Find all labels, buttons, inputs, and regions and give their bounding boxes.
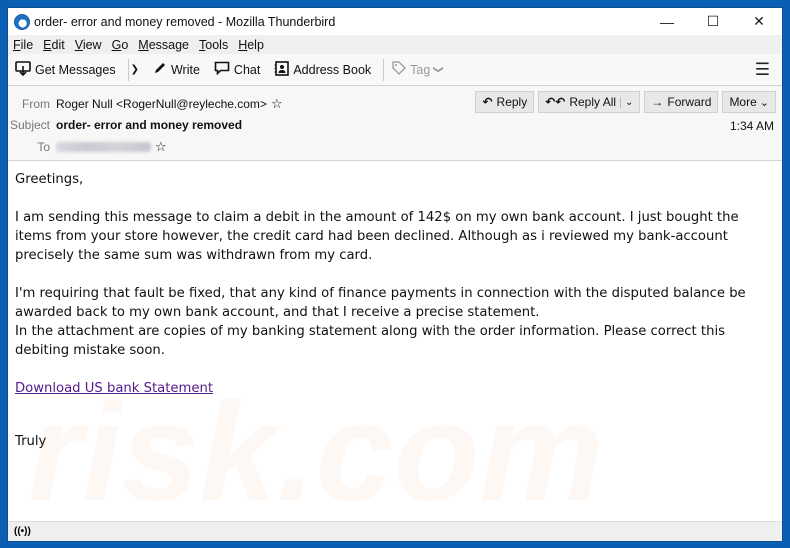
write-label: Write <box>170 62 200 77</box>
menu-file-accel: F <box>13 37 21 52</box>
reply-all-label: Reply All <box>569 95 617 109</box>
menu-go[interactable]: Go <box>112 38 129 52</box>
greeting: Greetings, <box>15 172 84 187</box>
body-paragraph: In the attachment are copies of my banki… <box>15 324 725 358</box>
to-value-redacted <box>56 142 151 152</box>
minimize-button[interactable]: — <box>644 8 690 35</box>
address-book-label: Address Book <box>293 62 372 77</box>
menu-bar: File Edit View Go Message Tools Help <box>8 35 782 54</box>
body-paragraph: I am sending this message to claim a deb… <box>15 210 739 263</box>
address-book-icon <box>274 60 290 79</box>
star-icon[interactable]: ☆ <box>271 96 283 112</box>
to-label: To <box>37 140 50 154</box>
toolbar-separator <box>127 58 129 81</box>
download-statement-link[interactable]: Download US bank Statement <box>15 381 213 396</box>
from-value[interactable]: Roger Null <RogerNull@reyleche.com> <box>56 97 267 111</box>
chevron-down-icon[interactable]: ⌄ <box>620 96 633 108</box>
menu-tools[interactable]: Tools <box>199 38 228 52</box>
thunderbird-window: order- error and money removed - Mozilla… <box>7 7 783 542</box>
menu-tools-label: ools <box>205 37 229 52</box>
tag-icon <box>392 61 407 78</box>
status-bar: ((•)) <box>8 521 782 541</box>
from-label: From <box>22 97 50 111</box>
address-book-button[interactable]: Address Book <box>274 60 372 79</box>
chat-label: Chat <box>233 62 261 77</box>
menu-edit[interactable]: Edit <box>43 38 65 52</box>
subject-row: Subject order- error and money removed <box>8 118 242 132</box>
get-messages-button[interactable]: Get Messages <box>15 60 116 79</box>
menu-file-label: ile <box>20 37 34 52</box>
header-buttons: ↶ Reply ↶↶ Reply All ⌄ → Forward More ⌄ <box>471 91 776 113</box>
message-header: From Roger Null <RogerNull@reyleche.com>… <box>8 86 782 161</box>
menu-help-accel: H <box>238 37 248 52</box>
toolbar-separator <box>383 58 385 81</box>
body-paragraph: I'm requiring that fault be fixed, that … <box>15 286 746 320</box>
reply-button[interactable]: ↶ Reply <box>475 91 535 113</box>
menu-file[interactable]: File <box>13 38 33 52</box>
menu-message-accel: M <box>138 37 149 52</box>
star-icon[interactable]: ☆ <box>155 139 167 155</box>
reply-all-button[interactable]: ↶↶ Reply All ⌄ <box>538 91 641 113</box>
more-button[interactable]: More ⌄ <box>722 91 776 113</box>
get-messages-dropdown[interactable]: ❯ <box>131 64 139 75</box>
chevron-down-icon: ❯ <box>130 64 139 75</box>
reply-all-arrow-icon: ↶↶ <box>545 95 566 109</box>
forward-arrow-icon: → <box>651 95 664 109</box>
chat-button[interactable]: Chat <box>214 61 260 78</box>
message-body: risk.com Greetings, I am sending this me… <box>8 162 782 521</box>
tag-button[interactable]: Tag ❯ <box>392 61 445 78</box>
menu-view[interactable]: View <box>75 38 102 52</box>
menu-help-label: elp <box>247 37 264 52</box>
main-toolbar: Get Messages ❯ Write Chat Address Book T… <box>8 54 782 86</box>
menu-message-label: essage <box>148 37 190 52</box>
pencil-icon <box>153 61 167 78</box>
reply-label: Reply <box>496 95 528 109</box>
menu-go-accel: G <box>111 37 122 52</box>
forward-label: Forward <box>667 95 712 109</box>
close-button[interactable]: ✕ <box>736 8 782 35</box>
to-row: To ☆ <box>8 139 167 155</box>
tag-label: Tag <box>410 62 431 77</box>
more-label: More <box>729 95 757 109</box>
write-button[interactable]: Write <box>153 61 200 78</box>
app-menu-button[interactable]: ☰ <box>755 60 770 80</box>
chevron-down-icon: ❯ <box>433 65 445 74</box>
maximize-button[interactable]: ☐ <box>690 8 736 35</box>
forward-button[interactable]: → Forward <box>644 91 719 113</box>
subject-label: Subject <box>9 118 50 132</box>
from-row: From Roger Null <RogerNull@reyleche.com>… <box>8 96 283 112</box>
menu-go-label: o <box>121 37 129 52</box>
title-bar: order- error and money removed - Mozilla… <box>8 8 782 35</box>
get-messages-label: Get Messages <box>35 62 116 77</box>
thunderbird-logo-icon <box>14 13 30 30</box>
menu-help[interactable]: Help <box>238 38 264 52</box>
menu-message[interactable]: Message <box>138 38 189 52</box>
menu-view-accel: V <box>74 37 83 52</box>
message-time: 1:34 AM <box>729 119 774 133</box>
online-status-icon[interactable]: ((•)) <box>14 526 31 537</box>
subject-value: order- error and money removed <box>56 118 243 132</box>
menu-edit-accel: E <box>43 37 52 52</box>
reply-arrow-icon: ↶ <box>482 95 493 109</box>
download-icon <box>15 60 31 79</box>
chat-bubble-icon <box>214 61 230 78</box>
window-title: order- error and money removed - Mozilla… <box>34 14 336 29</box>
chevron-down-icon: ⌄ <box>759 96 769 109</box>
menu-view-label: iew <box>82 37 102 52</box>
menu-edit-label: dit <box>51 37 65 52</box>
signoff: Truly <box>15 434 47 449</box>
